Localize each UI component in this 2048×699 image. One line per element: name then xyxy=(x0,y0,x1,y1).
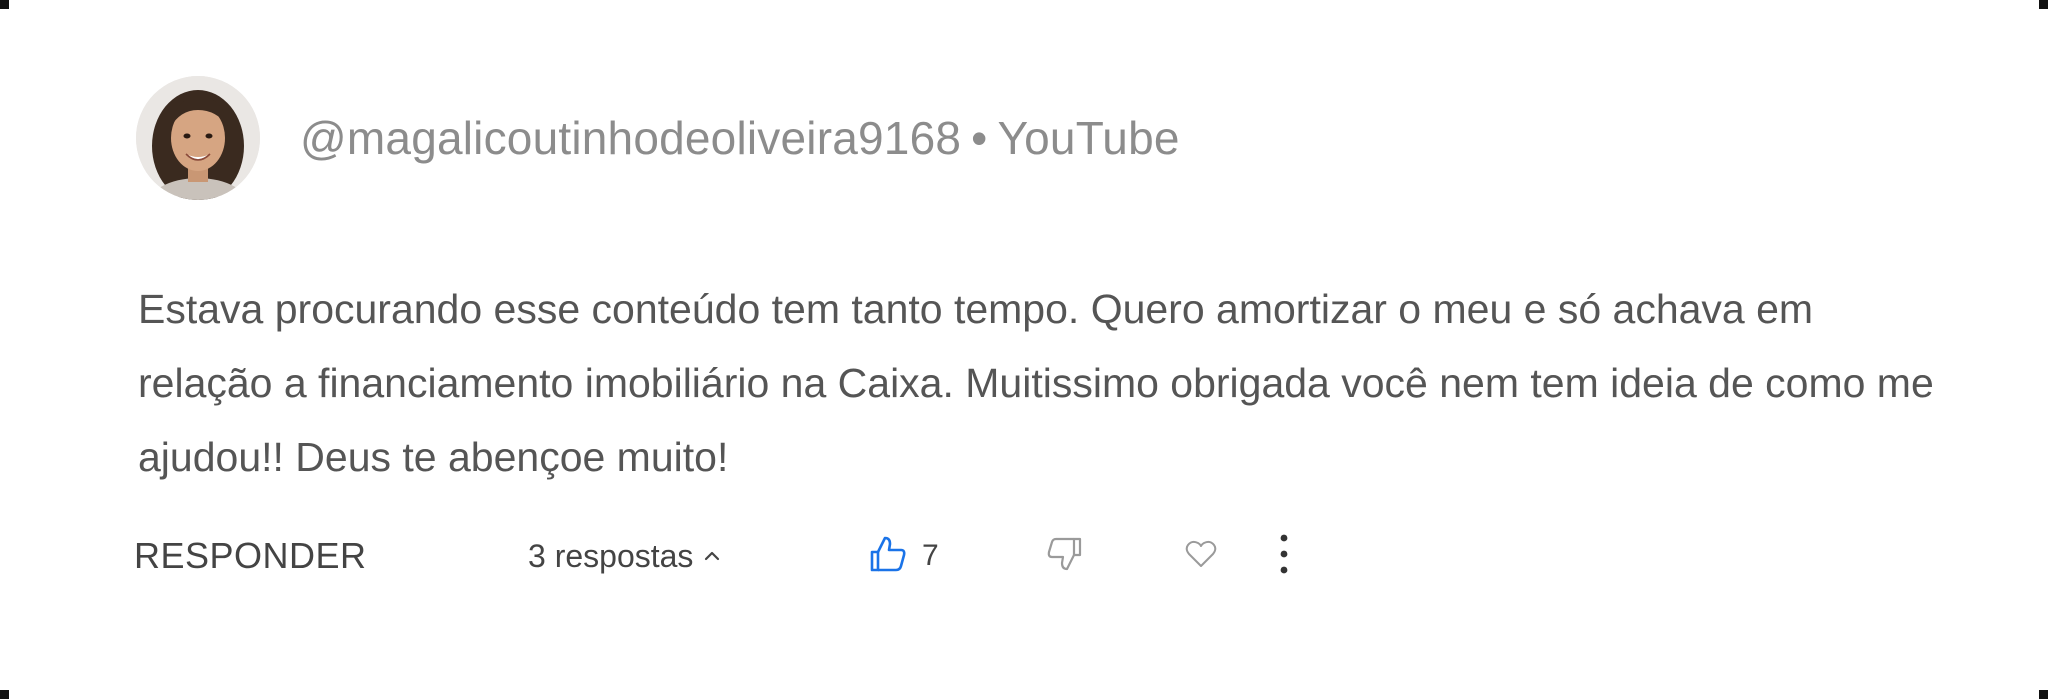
replies-label: 3 respostas xyxy=(528,537,694,574)
author-line: @magalicoutinhodeoliveira9168 • YouTube xyxy=(300,111,1180,165)
chevron-up-icon xyxy=(703,549,721,563)
thumbs-down-icon xyxy=(1046,535,1084,578)
heart-icon xyxy=(1184,539,1218,574)
like-count: 7 xyxy=(922,539,939,572)
more-options-button[interactable] xyxy=(1276,520,1292,592)
platform-label: YouTube xyxy=(997,112,1180,164)
thumbs-up-icon xyxy=(868,534,908,579)
comment-header: @magalicoutinhodeoliveira9168 • YouTube xyxy=(136,76,1180,200)
reply-button[interactable]: RESPONDER xyxy=(134,520,367,592)
comment-card: @magalicoutinhodeoliveira9168 • YouTube Es… xyxy=(0,0,2048,699)
author-handle[interactable]: @magalicoutinhodeoliveira9168 xyxy=(300,112,961,164)
heart-button[interactable] xyxy=(1184,520,1218,592)
comment-text: Estava procurando esse conteúdo tem tant… xyxy=(138,286,1934,480)
dislike-button[interactable] xyxy=(1046,520,1084,592)
like-button[interactable]: 7 xyxy=(868,520,939,592)
replies-toggle[interactable]: 3 respostas xyxy=(528,520,721,592)
more-vertical-icon xyxy=(1276,530,1292,583)
reply-label: RESPONDER xyxy=(134,535,367,576)
avatar[interactable] xyxy=(136,76,260,200)
separator-dot: • xyxy=(971,112,988,164)
comment-actions: RESPONDER 3 respostas 7 xyxy=(134,520,1434,592)
